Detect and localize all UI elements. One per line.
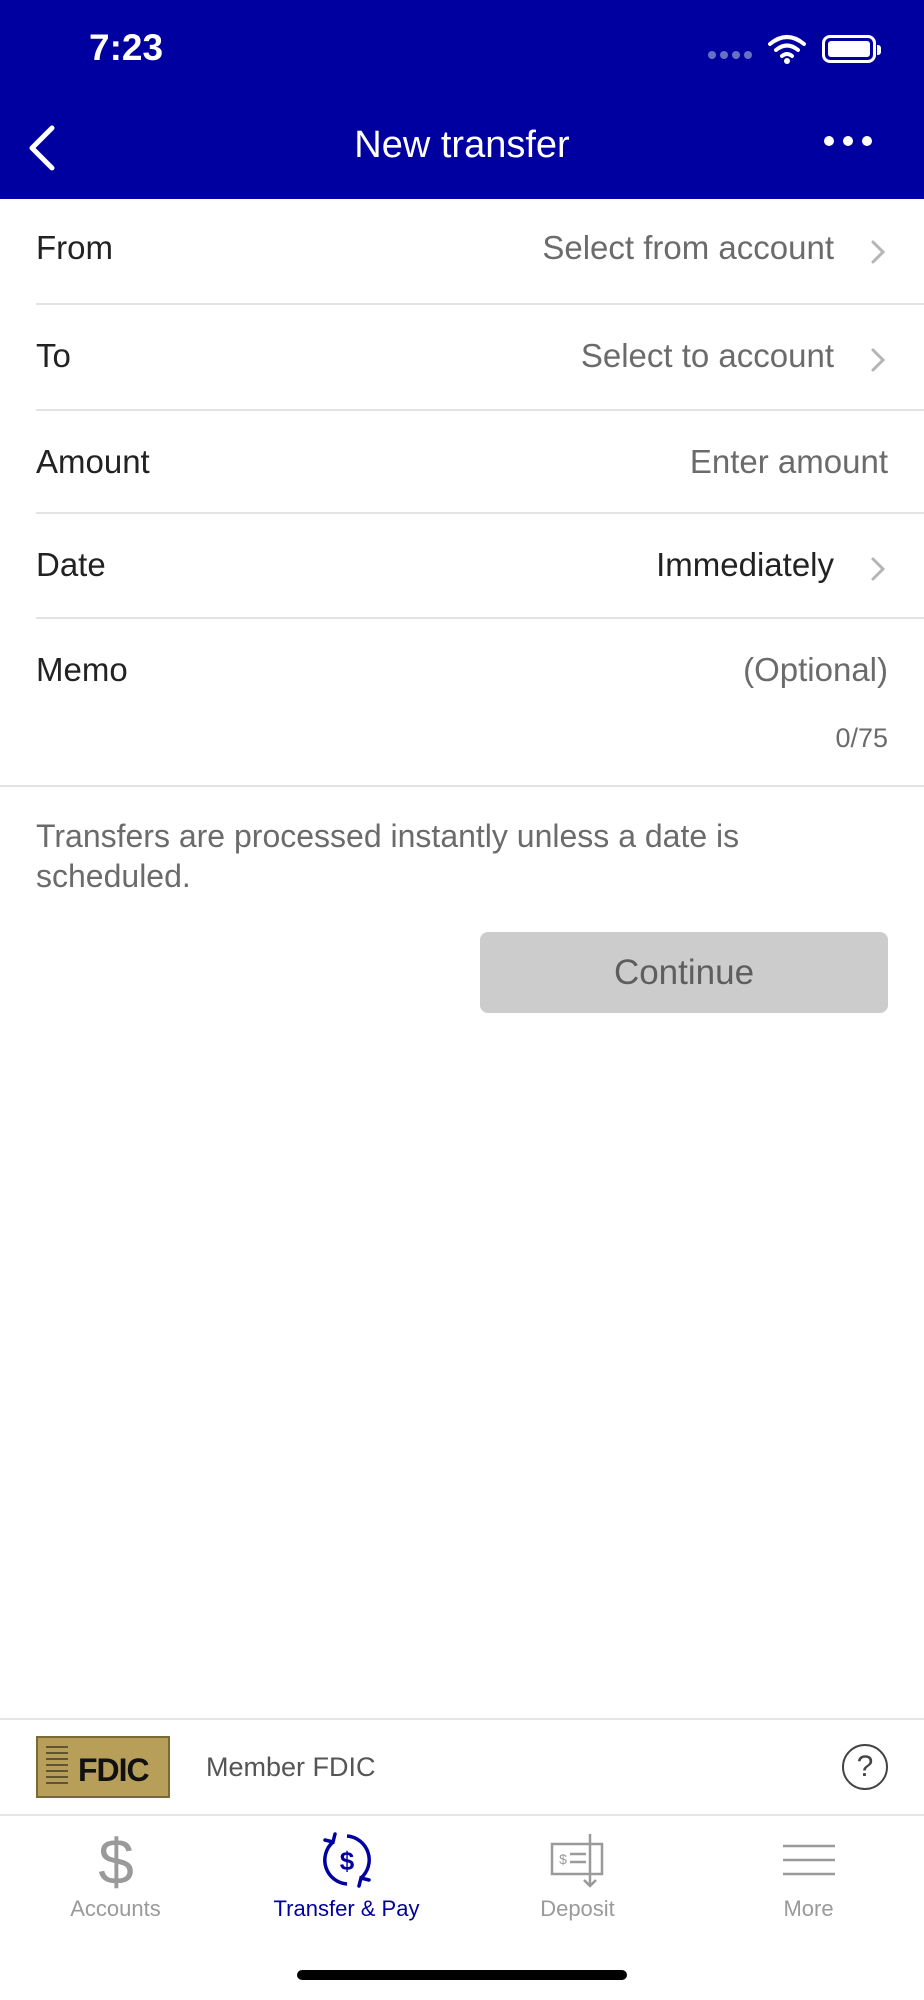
page-title: New transfer xyxy=(354,124,570,166)
date-row[interactable]: Date Immediately xyxy=(36,514,924,619)
svg-text:$: $ xyxy=(98,1830,134,1890)
tab-label: Accounts xyxy=(70,1896,161,1921)
chevron-right-icon xyxy=(871,240,886,264)
memo-row[interactable]: Memo (Optional) 0/75 xyxy=(0,619,924,787)
tab-deposit[interactable]: $ Deposit xyxy=(462,1816,693,1936)
transfer-info-note: Transfers are processed instantly unless… xyxy=(36,818,740,894)
from-account-row[interactable]: From Select from account xyxy=(36,199,924,305)
status-icons xyxy=(708,34,881,64)
home-indicator xyxy=(297,1970,627,1980)
date-label: Date xyxy=(36,546,106,583)
continue-button[interactable]: Continue xyxy=(480,932,888,1013)
wifi-icon xyxy=(768,35,806,64)
dollar-icon: $ xyxy=(98,1830,134,1890)
to-account-value: Select to account xyxy=(580,337,834,374)
fdic-logo-text: FDIC xyxy=(78,1752,150,1788)
help-button[interactable]: ? xyxy=(842,1744,888,1790)
tab-transfer-pay[interactable]: $ Transfer & Pay xyxy=(231,1816,462,1936)
from-account-value: Select from account xyxy=(542,229,834,266)
tab-accounts[interactable]: $ Accounts xyxy=(0,1816,231,1936)
tab-label: Transfer & Pay xyxy=(273,1896,420,1921)
to-label: To xyxy=(36,337,71,374)
fdic-logo: FDIC xyxy=(36,1736,170,1798)
memo-character-counter: 0/75 xyxy=(835,723,888,753)
transfer-pay-icon: $ xyxy=(322,1832,371,1888)
chevron-right-icon xyxy=(871,348,886,372)
svg-text:$: $ xyxy=(559,1851,567,1867)
to-account-row[interactable]: To Select to account xyxy=(36,305,924,411)
chevron-right-icon xyxy=(871,557,886,581)
tab-label: Deposit xyxy=(540,1896,615,1921)
svg-text:$: $ xyxy=(339,1846,354,1876)
member-fdic-label: Member FDIC xyxy=(206,1752,376,1782)
fdic-banner: FDIC Member FDIC ? xyxy=(0,1718,924,1816)
tab-more[interactable]: More xyxy=(693,1816,924,1936)
memo-label: Memo xyxy=(36,651,128,688)
memo-input[interactable]: (Optional) xyxy=(743,651,888,689)
from-label: From xyxy=(36,229,113,266)
hamburger-menu-icon xyxy=(782,1844,835,1876)
status-time: 7:23 xyxy=(89,27,164,68)
battery-icon xyxy=(822,35,881,63)
amount-input[interactable]: Enter amount xyxy=(690,443,888,481)
tab-label: More xyxy=(783,1896,834,1921)
check-deposit-icon: $ xyxy=(550,1834,603,1888)
date-value: Immediately xyxy=(656,546,834,583)
amount-row[interactable]: Amount Enter amount xyxy=(36,411,924,514)
app-header: 7:23 New transfer xyxy=(0,0,924,199)
cellular-signal-icon xyxy=(708,51,752,59)
more-options-button[interactable] xyxy=(824,136,872,146)
amount-label: Amount xyxy=(36,443,150,480)
